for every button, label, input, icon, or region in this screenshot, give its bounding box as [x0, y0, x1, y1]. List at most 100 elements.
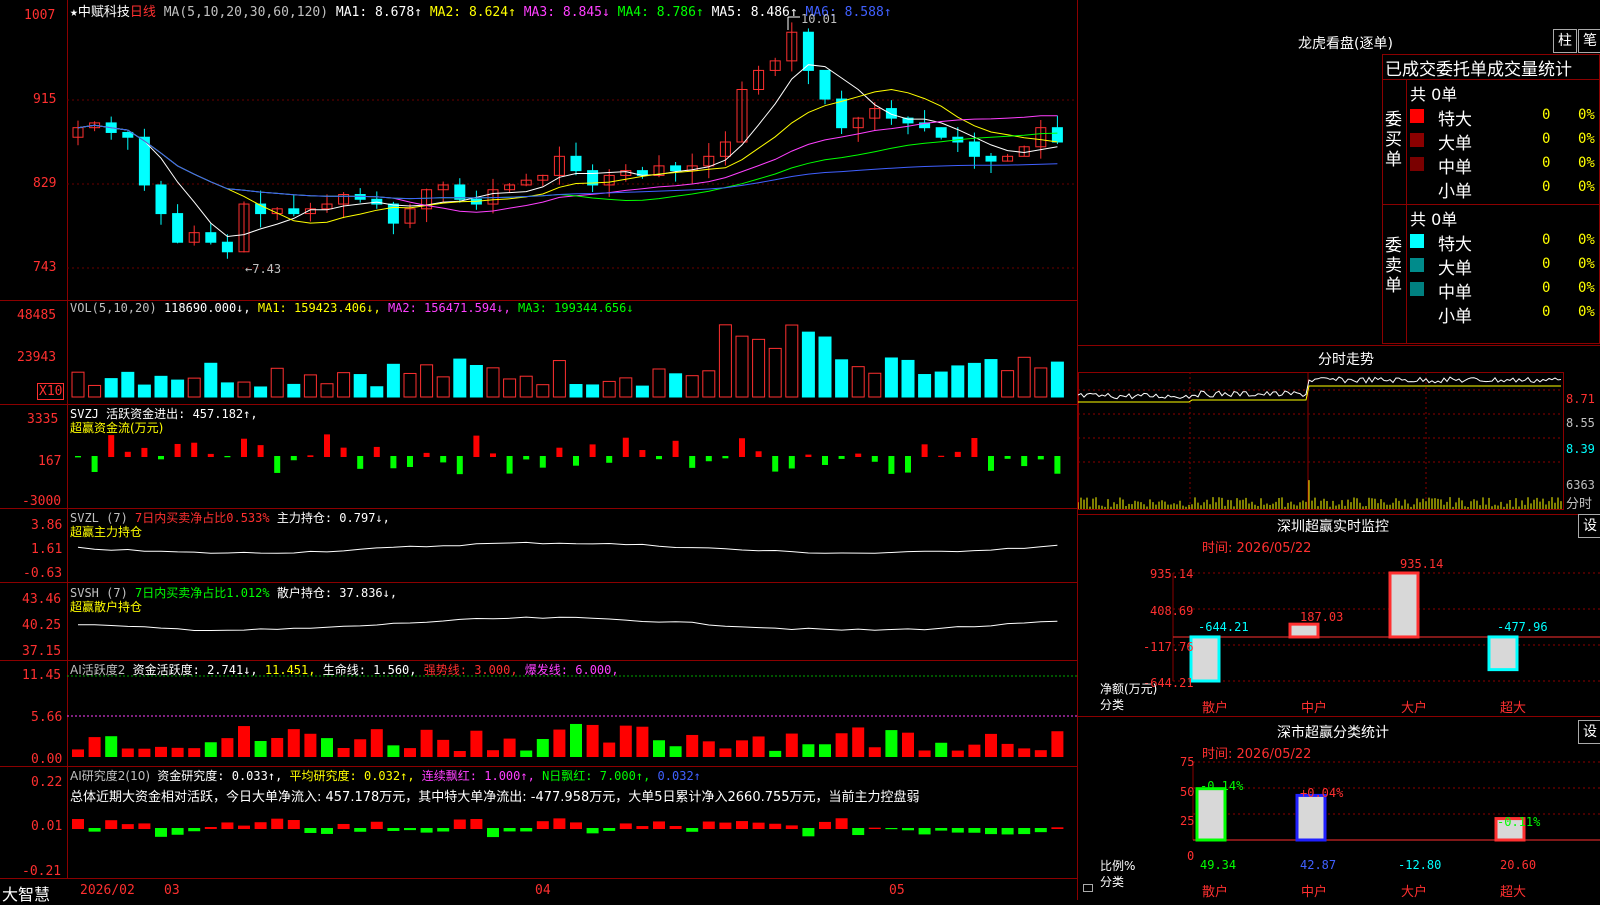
period-label[interactable]: 日线 — [130, 5, 156, 20]
ai-research-bar — [653, 821, 665, 829]
svsh-subtitle: 超赢散户持仓 — [70, 600, 143, 614]
svzj-bar — [772, 456, 779, 472]
ai-active-bar — [570, 723, 582, 757]
ai-active-bar — [238, 726, 250, 757]
ai-research-bar — [453, 819, 466, 829]
volume-bar — [486, 367, 500, 398]
ai-research-title: AI研究度2(10) — [70, 769, 151, 783]
volume-bar — [569, 384, 583, 398]
order-color-swatch — [1410, 234, 1424, 248]
high-price-label: 10.01 — [801, 12, 838, 26]
volume-bar — [951, 365, 965, 398]
candle-body — [454, 184, 466, 200]
candle-body — [885, 108, 897, 119]
ai-active-bar — [752, 736, 765, 757]
svzj-subtitle: 超赢资金流(万元) — [70, 421, 164, 435]
svzl-holding: 主力持仓: 0.797↓, — [276, 511, 390, 525]
ai-research-bar — [686, 828, 699, 832]
candle-body — [205, 232, 217, 243]
volume-bar — [71, 371, 85, 398]
sell-order-label: 委卖单 — [1385, 236, 1402, 296]
ai-active-bar — [105, 736, 118, 757]
sz-bar-大户 — [1388, 571, 1420, 639]
sz-monitor-settings-button[interactable]: 设 — [1578, 514, 1600, 538]
svzj-bar — [207, 453, 214, 457]
kline-chart-area[interactable] — [0, 0, 1078, 900]
sz-axis-0: 935.14 — [1150, 567, 1194, 581]
ai-active-bar — [885, 730, 898, 757]
order-color-swatch — [1410, 109, 1424, 123]
volume-bar — [702, 370, 716, 398]
ai-research-bar — [370, 821, 383, 829]
cls-val-3: 20.60 — [1500, 858, 1537, 872]
volume-bar — [918, 374, 932, 398]
ai-research-bar — [769, 823, 782, 829]
ai-active-bar — [121, 748, 134, 757]
ai-active-bar — [204, 742, 217, 757]
volume-bar — [818, 336, 832, 398]
ai-active-bar — [453, 750, 466, 757]
order-row-value: 0 — [1542, 256, 1551, 272]
ai-active-bar — [72, 749, 84, 757]
ma3-value: MA3: 8.845↓ — [523, 5, 610, 20]
ai-active-bar — [254, 740, 267, 757]
sz-cat-2: 大户 — [1401, 701, 1428, 716]
ai-research-bar — [951, 828, 964, 833]
volume-bar — [88, 384, 102, 398]
intraday-vol-label: 6363 — [1566, 478, 1595, 492]
ai-active-bar — [321, 738, 333, 757]
ma3-line — [77, 115, 1058, 213]
order-row-percent: 0% — [1578, 107, 1595, 123]
ma1-line — [77, 64, 1058, 238]
svsh-axis-top: 43.46 — [22, 592, 62, 607]
ai-active-bar — [1034, 750, 1047, 757]
volume-bar — [1034, 367, 1048, 398]
sz-xlabel: 分类 — [1100, 698, 1125, 712]
svzj-bar — [423, 452, 430, 457]
cls-cat-2: 大户 — [1401, 885, 1428, 900]
volume-bar — [270, 367, 284, 398]
date-label-feb: 2026/02 — [80, 883, 135, 898]
candle-body — [570, 155, 582, 172]
sz-bar-散户 — [1189, 635, 1221, 683]
cls-ylabel: 比例% — [1100, 859, 1136, 873]
intraday-chart[interactable] — [1078, 366, 1600, 511]
ai-active-bar — [636, 726, 649, 757]
cls-axis-3: 0 — [1187, 849, 1195, 863]
ai-active-bar — [835, 733, 848, 757]
longhu-bar-button[interactable]: 柱 — [1553, 29, 1577, 53]
ai-research-bar — [752, 822, 765, 829]
ai-active-bar — [520, 750, 533, 757]
ai-active-max: 11.451, — [264, 663, 316, 677]
favorite-star-icon[interactable]: ★ — [70, 5, 78, 20]
order-row-percent: 0% — [1578, 155, 1595, 171]
longhu-tick-button[interactable]: 笔 — [1578, 29, 1600, 53]
volume-bar — [934, 371, 948, 398]
svzj-bar — [75, 456, 81, 458]
sz-class-settings-button[interactable]: 设 — [1578, 720, 1600, 744]
volume-bar — [752, 338, 766, 398]
intraday-axis-high: 8.71 — [1566, 392, 1595, 406]
svzj-bar — [805, 454, 812, 457]
volume-bar — [503, 378, 517, 398]
svzj-bar — [656, 456, 662, 460]
volume-bar — [785, 324, 799, 398]
ai-research-bar — [1018, 828, 1031, 835]
ai-research-bar — [536, 821, 549, 829]
ai-research-bar — [1034, 828, 1047, 833]
ma1-value: MA1: 8.678↑ — [335, 5, 422, 20]
volume-bar — [586, 384, 600, 398]
ai-active-bar — [1051, 731, 1064, 757]
ai-research-bar — [902, 828, 914, 831]
ai-research-bar — [868, 827, 881, 829]
lock-icon[interactable] — [1083, 884, 1093, 892]
candle-body — [935, 127, 947, 138]
volume-bar — [469, 364, 483, 398]
intraday-unit: 分时 — [1566, 497, 1593, 512]
ai-active-strongline: 强势线: 3.000, — [423, 663, 518, 677]
svzj-bar — [1021, 456, 1028, 467]
volume-bar — [353, 374, 367, 398]
ai-research-bar — [287, 820, 300, 829]
ai-research-axis-top: 0.22 — [31, 775, 63, 790]
intraday-avg-line — [1078, 385, 1561, 403]
